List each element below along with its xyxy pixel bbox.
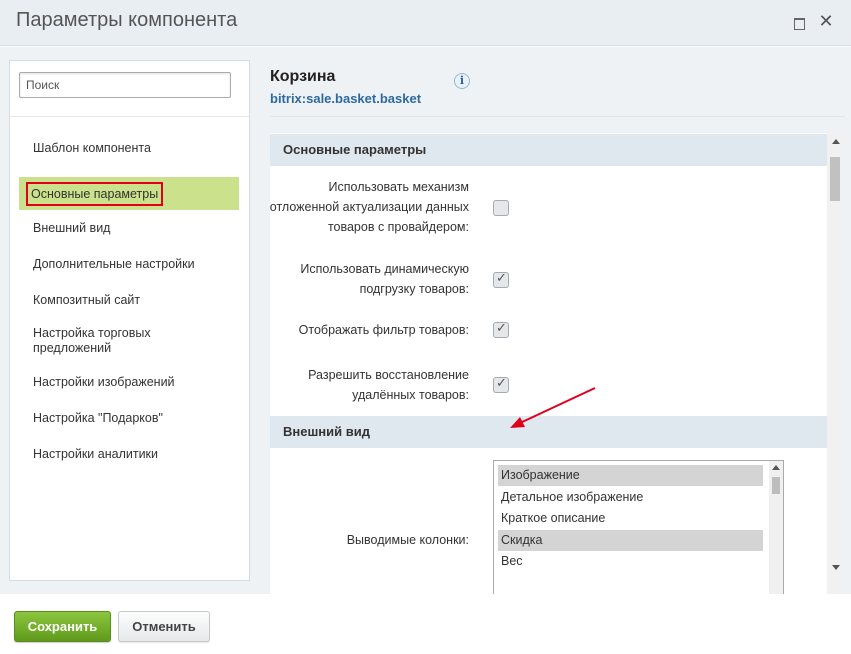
close-icon[interactable]: ✕: [818, 13, 834, 31]
dialog-body: Шаблон компонента Основные параметры Вне…: [0, 47, 851, 594]
sidebar-item-label: Настройки аналитики: [33, 447, 159, 461]
param-label: Использовать механизм отложенной актуали…: [270, 180, 469, 234]
sidebar-item-composite[interactable]: Композитный сайт: [10, 282, 249, 318]
sidebar-item-label: Настройка "Подарков": [33, 411, 163, 425]
checkbox-dynamic-loading[interactable]: [493, 271, 509, 288]
save-button[interactable]: Сохранить: [14, 611, 111, 642]
search-input[interactable]: [19, 72, 231, 98]
sidebar-item-main-params[interactable]: Основные параметры: [19, 177, 239, 210]
listbox-scrollbar[interactable]: [769, 461, 783, 594]
listbox-option[interactable]: Вес: [498, 551, 763, 572]
param-label: Отображать фильтр товаров:: [298, 323, 469, 337]
component-code: bitrix:sale.basket.basket: [270, 91, 422, 106]
columns-listbox[interactable]: Изображение Детальное изображение Кратко…: [493, 460, 784, 594]
scroll-up-icon[interactable]: [832, 139, 840, 144]
params-scroll-area: Основные параметры Использовать механизм…: [270, 133, 845, 594]
sidebar-nav: Шаблон компонента Основные параметры Вне…: [10, 141, 249, 472]
component-title: Корзина: [270, 68, 336, 85]
sidebar-item-template[interactable]: Шаблон компонента: [10, 141, 249, 177]
checkbox-show-filter[interactable]: [493, 321, 509, 338]
scroll-thumb[interactable]: [830, 157, 840, 201]
sidebar-item-label: Композитный сайт: [33, 293, 141, 307]
listbox-option[interactable]: Детальное изображение: [498, 487, 763, 508]
divider: [270, 116, 845, 117]
sidebar-item-images[interactable]: Настройки изображений: [10, 364, 249, 400]
scroll-thumb[interactable]: [772, 477, 780, 494]
param-label: Разрешить восстановление удалённых товар…: [308, 368, 469, 402]
sidebar-item-additional[interactable]: Дополнительные настройки: [10, 246, 249, 282]
sidebar-item-label: Настройка торговых предложений: [33, 326, 151, 355]
listbox-option[interactable]: Изображение: [498, 465, 763, 486]
section-main-params[interactable]: Основные параметры: [270, 134, 827, 166]
scroll-up-icon[interactable]: [772, 465, 780, 470]
sidebar-item-label: Дополнительные настройки: [33, 257, 195, 271]
sidebar-item-appearance[interactable]: Внешний вид: [10, 210, 249, 246]
main-panel: Корзина i bitrix:sale.basket.basket Осно…: [270, 60, 845, 594]
scroll-down-icon[interactable]: [832, 565, 840, 570]
sidebar-item-label: Настройки изображений: [33, 375, 175, 389]
param-label: Выводимые колонки:: [346, 533, 469, 547]
red-arrow-annotation: [510, 387, 596, 428]
info-icon[interactable]: i: [454, 73, 470, 89]
checkbox-deferred-actualization[interactable]: [493, 200, 509, 216]
sidebar-item-analytics[interactable]: Настройки аналитики: [10, 436, 249, 472]
cancel-button[interactable]: Отменить: [118, 611, 210, 642]
dialog-footer: Сохранить Отменить: [0, 594, 851, 654]
sidebar: Шаблон компонента Основные параметры Вне…: [9, 60, 250, 581]
sidebar-item-label: Внешний вид: [33, 221, 111, 235]
param-label: Использовать динамическую подгрузку това…: [300, 262, 469, 296]
sidebar-item-label: Основные параметры: [26, 182, 164, 206]
maximize-icon[interactable]: [791, 14, 807, 30]
listbox-option[interactable]: Скидка: [498, 530, 763, 551]
listbox-option[interactable]: Краткое описание: [498, 508, 763, 529]
search-area: [10, 61, 249, 117]
dialog-titlebar: Параметры компонента ✕: [0, 0, 851, 46]
sidebar-item-offers[interactable]: Настройка торговых предложений: [10, 318, 249, 364]
params-scrollbar[interactable]: [827, 133, 845, 594]
sidebar-item-gifts[interactable]: Настройка "Подарков": [10, 400, 249, 436]
sidebar-item-label: Шаблон компонента: [33, 141, 151, 155]
dialog-title: Параметры компонента: [16, 9, 238, 31]
